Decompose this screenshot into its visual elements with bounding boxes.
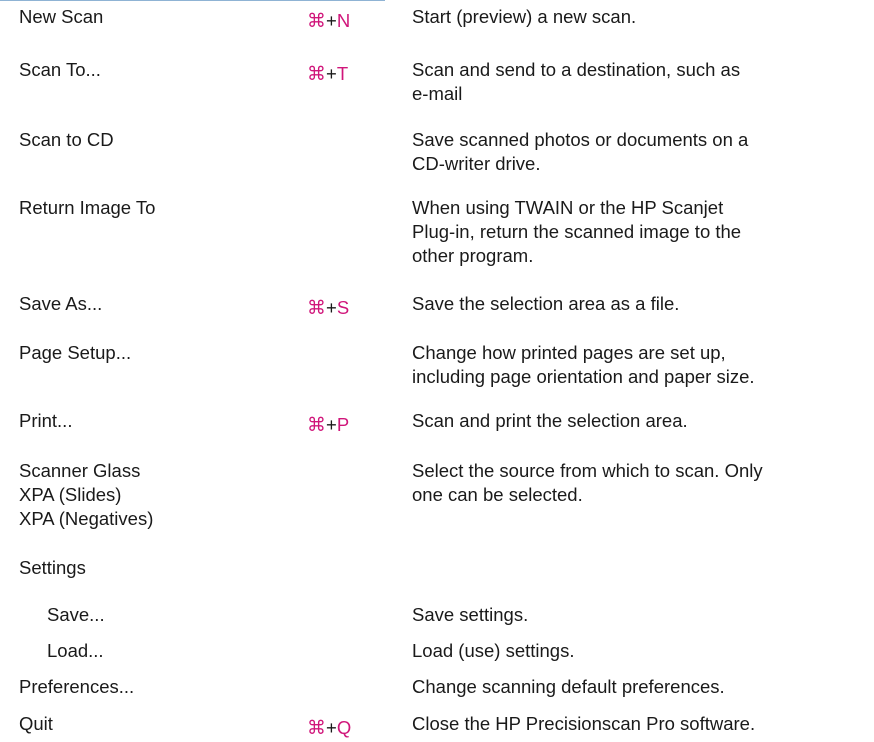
command-name: Page Setup... [19, 342, 132, 363]
command-description: Close the HP Precisionscan Pro software. [412, 713, 756, 734]
command-name: Scan to CD [19, 129, 114, 150]
command-description: Scan and print the selection area. [412, 410, 688, 431]
command-description: Start (preview) a new scan. [412, 6, 637, 27]
keyboard-shortcut: ⌘+Q [307, 717, 352, 739]
command-key-icon: ⌘ [307, 11, 326, 32]
command-description: Change how printed pages are set up, inc… [412, 342, 755, 387]
command-key-icon: ⌘ [307, 298, 326, 319]
keyboard-shortcut: ⌘+N [307, 10, 351, 32]
command-name: New Scan [19, 6, 104, 27]
command-name: Return Image To [19, 197, 156, 218]
top-rule [0, 0, 385, 1]
command-description: Save scanned photos or documents on a CD… [412, 129, 749, 174]
keyboard-shortcut: ⌘+P [307, 414, 350, 436]
keyboard-shortcut: ⌘+T [307, 63, 349, 85]
command-name: Print... [19, 410, 73, 431]
command-key-icon: ⌘ [307, 415, 326, 436]
command-description: Scan and send to a destination, such as … [412, 59, 741, 104]
command-key-icon: ⌘ [307, 64, 326, 85]
command-name: Load... [47, 640, 104, 661]
command-name: Save... [47, 604, 105, 625]
command-name: Settings [19, 557, 86, 578]
command-description: When using TWAIN or the HP Scanjet Plug-… [412, 197, 742, 266]
command-description: Save settings. [412, 604, 529, 625]
command-description: Save the selection area as a file. [412, 293, 680, 314]
command-description: Load (use) settings. [412, 640, 575, 661]
command-name: Preferences... [19, 676, 135, 697]
command-name: Scanner Glass XPA (Slides) XPA (Negative… [19, 460, 154, 529]
command-name: Scan To... [19, 59, 101, 80]
command-name: Quit [19, 713, 53, 734]
command-description: Select the source from which to scan. On… [412, 460, 763, 505]
command-name: Save As... [19, 293, 103, 314]
command-description: Change scanning default preferences. [412, 676, 725, 697]
command-key-icon: ⌘ [307, 718, 326, 739]
keyboard-shortcut: ⌘+S [307, 297, 350, 319]
